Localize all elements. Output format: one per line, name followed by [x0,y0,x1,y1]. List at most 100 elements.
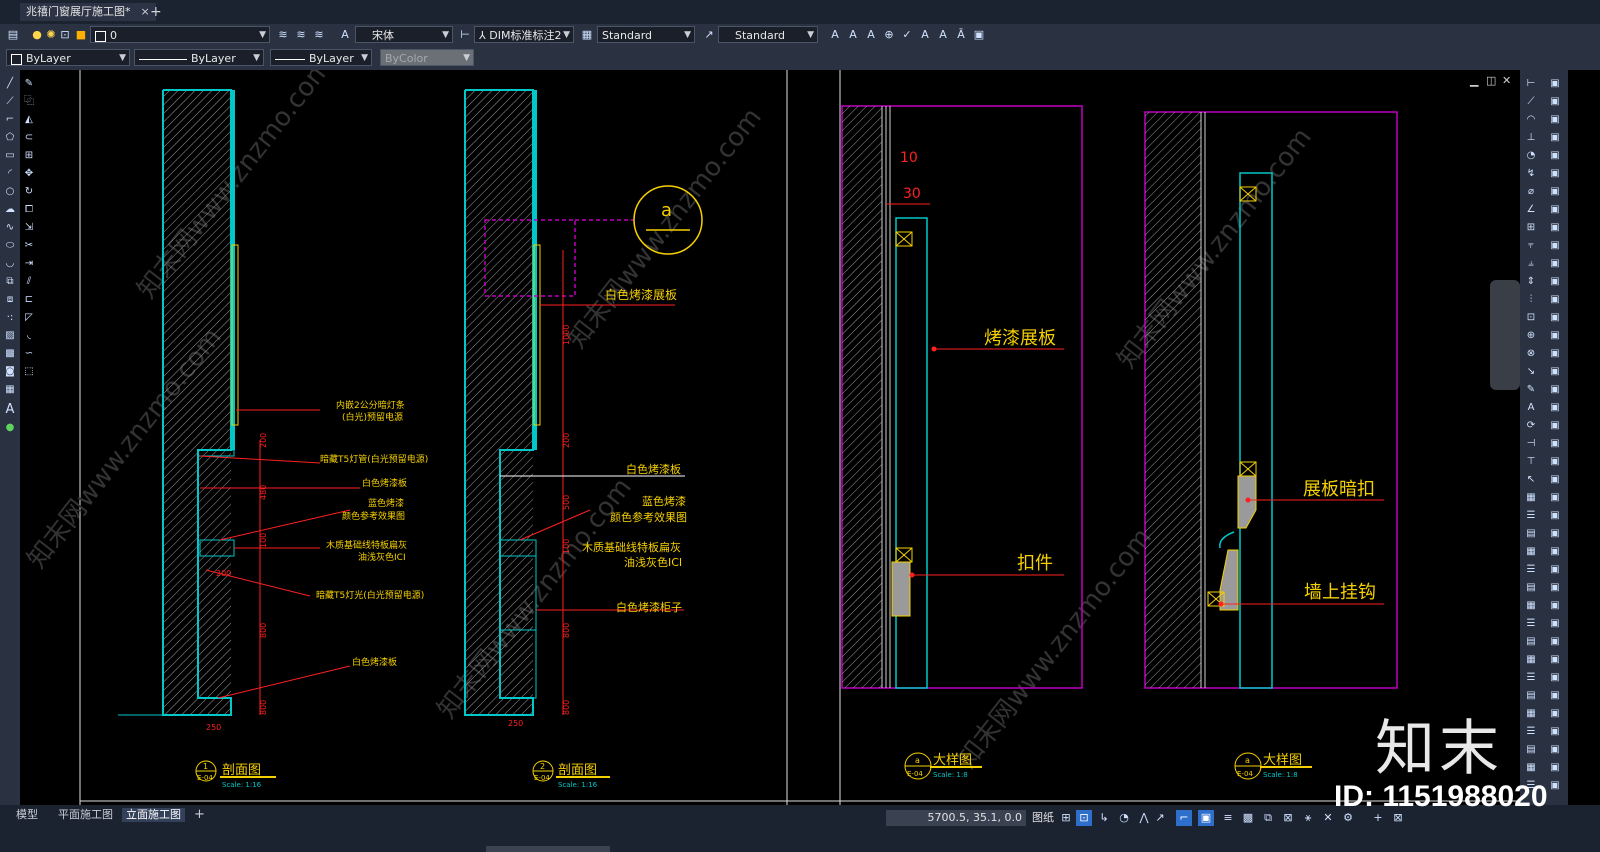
text-justify-icon[interactable]: A [936,28,950,42]
ortho-icon[interactable]: ↳ [1096,810,1112,826]
tool-table-icon[interactable]: ▤ [1524,582,1538,594]
block-palette-icon[interactable]: ▣ [1548,366,1562,378]
text-a-icon[interactable]: A [828,28,842,42]
dim-text-edit-icon[interactable]: A [1524,402,1538,414]
isodraft-icon[interactable]: ⋀ [1136,810,1152,826]
dim-ordinate-icon[interactable]: ⊥ [1524,132,1538,144]
dynamic-input-icon[interactable]: ▣ [1198,810,1214,826]
sun-icon[interactable]: ✺ [44,28,58,42]
paper-space-label[interactable]: 图纸 [1032,810,1054,826]
linetype-dropdown[interactable]: ByLayer ▼ [134,49,264,66]
block-palette-icon[interactable]: ▣ [1548,474,1562,486]
block-palette-icon[interactable]: ▣ [1548,312,1562,324]
block-palette-icon[interactable]: ▣ [1548,222,1562,234]
dim-jogged-icon[interactable]: ↯ [1524,168,1538,180]
grid-icon[interactable]: ⊞ [1058,810,1074,826]
snap-icon[interactable]: ⊡ [1076,810,1092,826]
block-palette-icon[interactable]: ▣ [1548,348,1562,360]
block-palette-icon[interactable]: ▣ [1548,330,1562,342]
dim-jog-line-icon[interactable]: ↘ [1524,366,1538,378]
tool-list-icon[interactable]: ☰ [1524,564,1538,576]
block-palette-icon[interactable]: ▣ [1548,240,1562,252]
block-palette-icon[interactable]: ▣ [1548,600,1562,612]
block-palette-icon[interactable]: ▣ [1548,762,1562,774]
block-palette-icon[interactable]: ▣ [1548,114,1562,126]
block-palette-icon[interactable]: ▣ [1548,258,1562,270]
tool-grid-icon[interactable]: ▦ [1524,654,1538,666]
3d-osnap-icon[interactable]: ⊠ [1280,810,1296,826]
block-palette-icon[interactable]: ▣ [1548,402,1562,414]
drawing-canvas[interactable]: 知末网www.znzmo.com 知末网www.znzmo.com 知末网www… [20,70,1520,805]
restore-icon[interactable]: ◫ [1486,74,1496,87]
table-style-icon[interactable]: ▦ [580,28,594,42]
block-palette-icon[interactable]: ▣ [1548,132,1562,144]
block-palette-icon[interactable]: ▣ [1548,528,1562,540]
gradient-icon[interactable]: ▩ [3,348,17,360]
layer-manager-icon[interactable]: ▤ [6,28,20,42]
tool-list-icon[interactable]: ☰ [1524,510,1538,522]
region-icon[interactable]: ◙ [3,366,17,378]
block-palette-icon[interactable]: ▣ [1548,438,1562,450]
quick-dim-icon[interactable]: ⊞ [1524,222,1538,234]
object-track-icon[interactable]: ↗ [1152,810,1168,826]
block-palette-icon[interactable]: ▣ [1548,420,1562,432]
tool-grid-icon[interactable]: ▦ [1524,708,1538,720]
block-palette-icon[interactable]: ▣ [1548,186,1562,198]
block-palette-icon[interactable]: ▣ [1548,294,1562,306]
block-palette-icon[interactable]: ▣ [1548,510,1562,522]
dim-arc-icon[interactable]: ◠ [1524,114,1538,126]
center-mark-icon[interactable]: ⊕ [1524,330,1538,342]
block-palette-icon[interactable]: ▣ [1548,384,1562,396]
text-a-underline-icon[interactable]: A [846,28,860,42]
spell-check-icon[interactable]: ✓ [900,28,914,42]
tool-grid-icon[interactable]: ▦ [1524,600,1538,612]
layer-dropdown[interactable]: 0 ▼ [90,26,270,43]
line-icon[interactable]: ╱ [3,78,17,90]
bulb-icon[interactable]: ● [30,28,44,42]
text-convert-icon[interactable]: ▣ [972,28,986,42]
tool-grid-icon[interactable]: ▦ [1524,546,1538,558]
find-text-icon[interactable]: ⊕ [882,28,896,42]
lineweight-icon[interactable]: ≡ [1220,810,1236,826]
block-palette-icon[interactable]: ▣ [1548,150,1562,162]
block-palette-icon[interactable]: ▣ [1548,564,1562,576]
dim-style-icon[interactable]: ⊣ [1524,438,1538,450]
leader-icon[interactable]: ↖ [1524,474,1538,486]
block-palette-icon[interactable]: ▣ [1548,672,1562,684]
lock-icon[interactable]: ■ [74,28,88,42]
block-palette-icon[interactable]: ▣ [1548,690,1562,702]
arc-icon[interactable]: ◜ [3,168,17,180]
block-palette-icon[interactable]: ▣ [1548,204,1562,216]
layout-tab-plan[interactable]: 平面施工图 [58,808,113,822]
block-palette-icon[interactable]: ▣ [1548,492,1562,504]
lineweight-dropdown[interactable]: ByLayer ▼ [270,49,372,66]
dim-continue-icon[interactable]: ⫨ [1524,258,1538,270]
block-palette-icon[interactable]: ▣ [1548,582,1562,594]
dim-angular-icon[interactable]: ∠ [1524,204,1538,216]
block-palette-icon[interactable]: ▣ [1548,546,1562,558]
viewport-icon[interactable]: ⊡ [58,28,72,42]
dim-override-icon[interactable]: ⊤ [1524,456,1538,468]
multileader-style-icon[interactable]: ↗ [702,28,716,42]
tool-grid-icon[interactable]: ▦ [1524,762,1538,774]
text-edit-icon[interactable]: A [864,28,878,42]
spline-icon[interactable]: ∿ [3,222,17,234]
tool-table-icon[interactable]: ▤ [1524,636,1538,648]
text-frame-icon[interactable]: Ā [954,28,968,42]
dim-linear-icon[interactable]: ⊢ [1524,78,1538,90]
tool-grid-icon[interactable]: ▦ [1524,492,1538,504]
point-icon[interactable]: ·: [3,312,17,324]
polygon-icon[interactable]: ⬠ [3,132,17,144]
document-tab[interactable]: 兆禧门窗展厅施工图* × [20,3,156,21]
block-palette-icon[interactable]: ▣ [1548,276,1562,288]
revision-cloud-icon[interactable]: ☁ [3,204,17,216]
hatch-icon[interactable]: ▨ [3,330,17,342]
block-palette-icon[interactable]: ▣ [1548,456,1562,468]
construction-line-icon[interactable]: ⟋ [3,96,17,108]
table-icon[interactable]: ▦ [3,384,17,396]
ellipse-arc-icon[interactable]: ◡ [3,258,17,270]
close-tab-icon[interactable]: × [141,5,150,18]
insert-block-icon[interactable]: ⧉ [3,276,17,288]
tool-list-icon[interactable]: ☰ [1524,618,1538,630]
block-palette-icon[interactable]: ▣ [1548,654,1562,666]
